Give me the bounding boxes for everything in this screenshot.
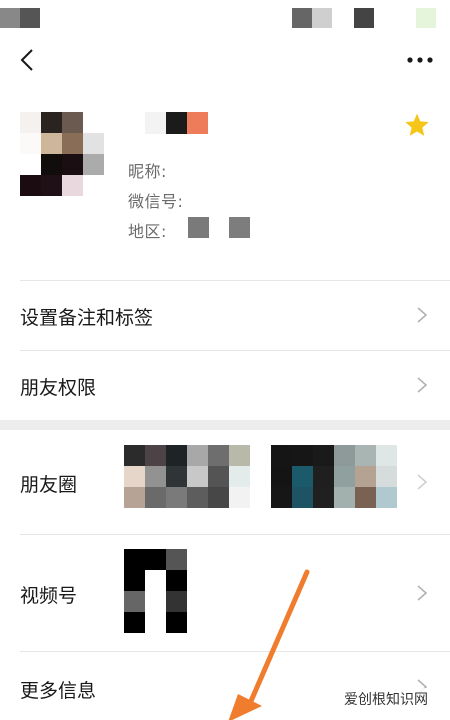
remark-tags-label: 设置备注和标签 xyxy=(20,307,154,329)
channels-thumbnail[interactable] xyxy=(124,549,187,633)
region-mosaic xyxy=(229,217,250,238)
more-dots-icon xyxy=(407,57,433,63)
friend-permissions-label: 朋友权限 xyxy=(20,377,97,399)
more-info-label: 更多信息 xyxy=(20,680,97,702)
avatar[interactable] xyxy=(20,112,104,196)
friend-permissions-row[interactable]: 朋友权限 xyxy=(0,351,450,420)
watermark: 爱创根知识网 xyxy=(340,688,432,710)
status-icons-mosaic xyxy=(312,8,332,28)
status-bar xyxy=(0,0,450,36)
nickname-label: 昵称: xyxy=(128,162,167,181)
remark-tags-row[interactable]: 设置备注和标签 xyxy=(0,281,450,350)
chevron-left-icon xyxy=(20,49,33,71)
chevron-right-icon xyxy=(417,474,428,490)
moments-label: 朋友圈 xyxy=(20,474,78,496)
section-gap xyxy=(0,420,450,430)
battery-mosaic xyxy=(416,8,436,28)
star-icon[interactable] xyxy=(404,112,430,138)
back-button[interactable] xyxy=(10,42,44,78)
chevron-right-icon xyxy=(417,585,428,601)
profile-header: 昵称: 微信号: 地区: xyxy=(0,100,450,280)
status-icons-mosaic xyxy=(292,8,312,28)
status-time-mosaic xyxy=(20,8,40,28)
chevron-right-icon xyxy=(417,307,428,323)
moments-thumbnail[interactable] xyxy=(124,445,250,508)
nav-bar xyxy=(0,36,450,84)
moments-row[interactable]: 朋友圈 xyxy=(0,430,450,534)
name-mosaic xyxy=(145,112,208,134)
status-icons-mosaic xyxy=(354,8,374,28)
moments-thumbnail[interactable] xyxy=(271,445,397,508)
chevron-right-icon xyxy=(417,377,428,393)
region-mosaic xyxy=(188,217,209,238)
channels-label: 视频号 xyxy=(20,585,78,607)
channels-row[interactable]: 视频号 xyxy=(0,535,450,651)
region-label: 地区: xyxy=(128,222,167,241)
more-button[interactable] xyxy=(402,42,438,78)
wechat-id-label: 微信号: xyxy=(128,192,184,211)
status-time-mosaic xyxy=(0,8,20,28)
